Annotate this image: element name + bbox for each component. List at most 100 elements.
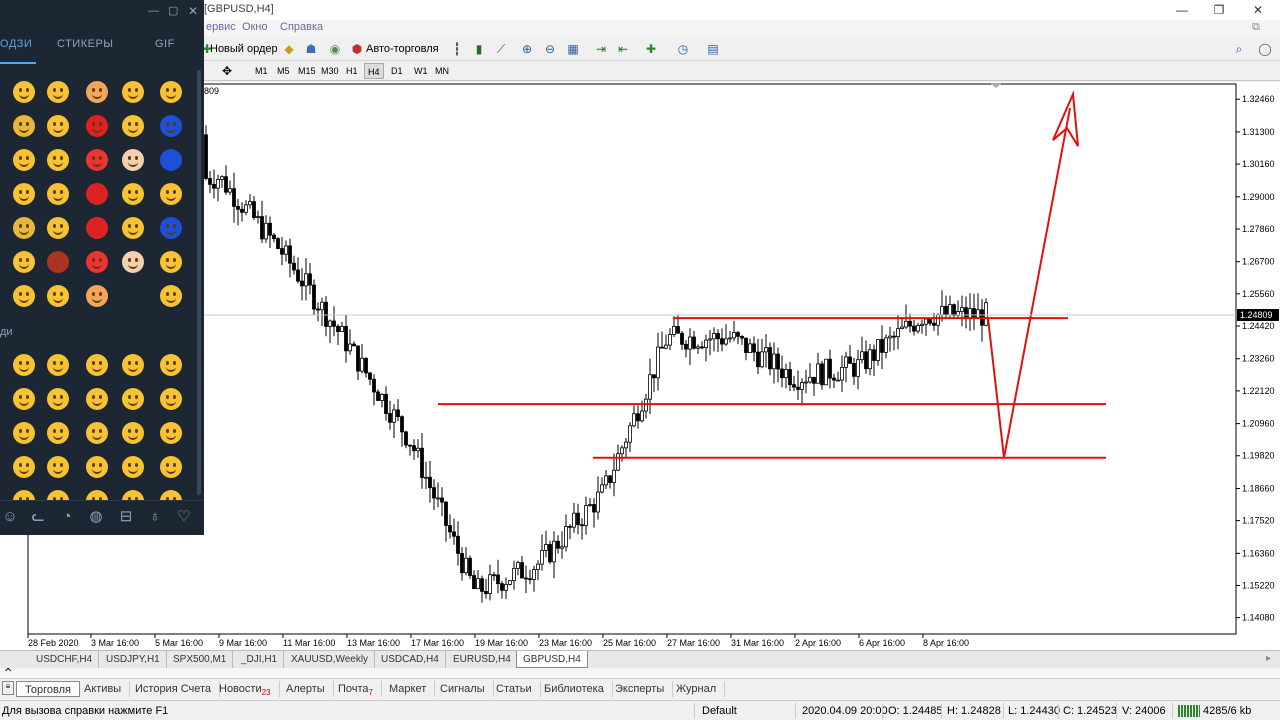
emoji-item[interactable] (160, 354, 182, 376)
emoji-item[interactable] (47, 456, 69, 478)
tf-m1[interactable]: M1 (252, 63, 271, 79)
emoji-item[interactable] (160, 285, 182, 307)
emoji-item[interactable] (86, 217, 108, 239)
zoom-out-icon[interactable]: ⊖ (541, 40, 559, 58)
emoji-item[interactable] (13, 354, 35, 376)
chart-tab-spx500[interactable]: SPX500,M1 (167, 651, 234, 668)
maximize-button[interactable]: ❐ (1201, 0, 1237, 20)
emoji-item[interactable] (13, 149, 35, 171)
chart-tab-eurusd[interactable]: EURUSD,H4 (447, 651, 518, 668)
emoji-item[interactable] (13, 183, 35, 205)
emoji-item[interactable] (13, 422, 35, 444)
crosshair-icon[interactable]: ✥ (218, 62, 236, 80)
stickers-tab[interactable]: СТИКЕРЫ (57, 38, 114, 50)
emoji-item[interactable] (47, 285, 69, 307)
emoji-item[interactable] (86, 388, 108, 410)
emoji-item[interactable] (160, 149, 182, 171)
emoji-item[interactable] (122, 81, 144, 103)
emoji-item[interactable] (160, 490, 182, 500)
terminal-side-icon[interactable]: ≡ (2, 681, 14, 695)
emoji-item[interactable] (122, 183, 144, 205)
emoji-item[interactable] (160, 115, 182, 137)
emoji-item[interactable] (13, 456, 35, 478)
smile-icon[interactable]: ☺ (0, 507, 20, 527)
autoscroll-icon[interactable]: ⇤ (614, 40, 632, 58)
ball-icon[interactable]: ◍ (86, 507, 106, 527)
emoji-item[interactable] (86, 285, 108, 307)
tile-windows-icon[interactable]: ▦ (564, 40, 582, 58)
term-tab-journal[interactable]: Журнал (668, 681, 726, 697)
emoji-item[interactable] (47, 217, 69, 239)
term-tab-news[interactable]: Новости23 (211, 681, 280, 697)
zoom-in-icon[interactable]: ⊕ (518, 40, 536, 58)
emoji-item[interactable] (13, 388, 35, 410)
emoji-item[interactable] (47, 251, 69, 273)
templates-icon[interactable]: ▤ (704, 40, 722, 58)
emoji-item[interactable] (86, 354, 108, 376)
chart-tab-usdcad[interactable]: USDCAD,H4 (375, 651, 446, 668)
emoji-item[interactable] (160, 183, 182, 205)
emoji-item[interactable] (86, 183, 108, 205)
market-icon[interactable]: ◉ (326, 40, 344, 58)
signals-icon[interactable]: ☗ (302, 40, 320, 58)
panel-maximize-icon[interactable]: ▢ (168, 4, 178, 17)
term-tab-assets[interactable]: Активы (76, 681, 131, 697)
bar-chart-icon[interactable]: ┇ (448, 40, 466, 58)
chat-icon[interactable]: ◯ (1256, 40, 1274, 58)
emoji-item[interactable] (13, 115, 35, 137)
close-button[interactable]: ✕ (1240, 0, 1276, 20)
tf-m5[interactable]: M5 (274, 63, 293, 79)
emoji-item[interactable] (86, 251, 108, 273)
emoji-item[interactable] (122, 115, 144, 137)
chart-tab-usdchf[interactable]: USDCHF,H4 (30, 651, 100, 668)
autotrading-icon[interactable]: ⬢ (348, 40, 366, 58)
emoji-item[interactable] (86, 115, 108, 137)
emoji-item[interactable] (122, 490, 144, 500)
emoji-item[interactable] (47, 490, 69, 500)
chart-tab-dji[interactable]: _DJI,H1 (235, 651, 285, 668)
meta-editor-icon[interactable]: ◆ (280, 40, 298, 58)
tabs-scroll-icon[interactable]: ▸ (1266, 653, 1271, 664)
tf-m15[interactable]: M15 (295, 63, 319, 79)
new-order-button[interactable]: Новый ордер (210, 40, 278, 58)
emoji-item[interactable] (160, 251, 182, 273)
candlestick-icon[interactable]: ▮ (470, 40, 488, 58)
emoji-item[interactable] (122, 456, 144, 478)
term-tab-library[interactable]: Библиотека (536, 681, 613, 697)
tf-d1[interactable]: D1 (388, 63, 406, 79)
search-icon[interactable]: ⌕ (1230, 40, 1248, 58)
emoji-tab[interactable]: ОДЗИ (0, 38, 32, 50)
tf-h4[interactable]: H4 (364, 63, 384, 79)
emoji-item[interactable] (160, 81, 182, 103)
line-chart-icon[interactable]: ⟋ (492, 40, 510, 58)
tf-w1[interactable]: W1 (411, 63, 431, 79)
emoji-item[interactable] (13, 81, 35, 103)
term-tab-trade[interactable]: Торговля (16, 681, 80, 697)
indicators-icon[interactable]: ✚ (642, 40, 660, 58)
emoji-scrollbar[interactable] (197, 70, 201, 495)
term-tab-market[interactable]: Маркет (381, 681, 436, 697)
emoji-item[interactable] (86, 490, 108, 500)
emoji-item[interactable] (122, 354, 144, 376)
term-tab-mail[interactable]: Почта7 (330, 681, 382, 697)
emoji-item[interactable] (47, 149, 69, 171)
menu-help[interactable]: Справка (280, 21, 323, 33)
chart-tab-usdjpy[interactable]: USDJPY,H1 (100, 651, 167, 668)
emoji-item[interactable] (47, 81, 69, 103)
emoji-item[interactable] (160, 217, 182, 239)
emoji-item[interactable] (47, 354, 69, 376)
emoji-item[interactable] (160, 422, 182, 444)
emoji-item[interactable] (47, 183, 69, 205)
emoji-item[interactable] (13, 251, 35, 273)
emoji-item[interactable] (122, 388, 144, 410)
emoji-item[interactable] (160, 388, 182, 410)
menu-window[interactable]: Окно (242, 21, 268, 33)
cat-icon[interactable]: ᓚ (28, 507, 48, 527)
emoji-item[interactable] (13, 490, 35, 500)
panel-close-icon[interactable]: ✕ (188, 4, 198, 18)
emoji-item[interactable] (13, 285, 35, 307)
emoji-item[interactable] (122, 251, 144, 273)
term-tab-history[interactable]: История Счета (127, 681, 221, 697)
chart-tab-gbpusd[interactable]: GBPUSD,H4 (516, 651, 588, 668)
autotrading-button[interactable]: Авто-торговля (366, 40, 439, 58)
